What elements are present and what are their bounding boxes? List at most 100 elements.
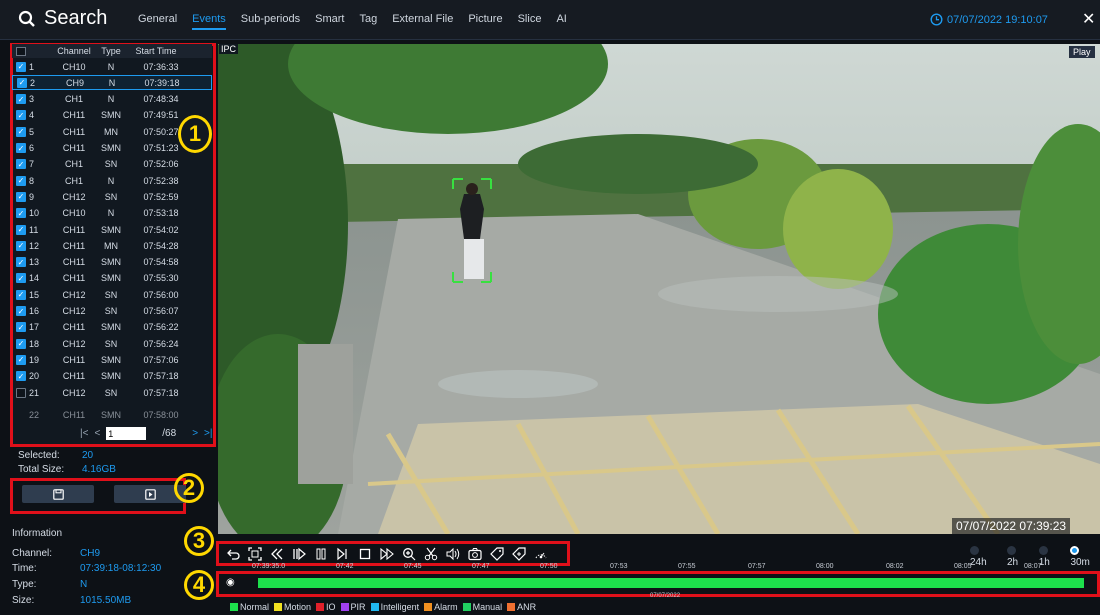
frame-step-icon[interactable] — [334, 545, 351, 562]
row-checkbox[interactable]: ✓ — [16, 191, 26, 202]
row-checkbox[interactable]: ✓ — [16, 257, 26, 268]
row-checkbox[interactable]: ✓ — [16, 110, 26, 121]
row-number: 13 — [29, 257, 40, 268]
span-2h-radio[interactable] — [1006, 546, 1016, 555]
tab-external-file[interactable]: External File — [392, 13, 453, 30]
list-item[interactable]: ✓ 17 CH11 SMN 07:56:22 — [12, 320, 212, 335]
row-checkbox[interactable]: ✓ — [16, 94, 26, 105]
tab-tag[interactable]: Tag — [359, 13, 377, 30]
list-item[interactable]: ✓ 9 CH12 SN 07:52:59 — [12, 189, 212, 204]
row-checkbox[interactable]: ✓ — [16, 371, 26, 382]
tab-general[interactable]: General — [138, 13, 177, 30]
row-channel: CH11 — [62, 224, 86, 235]
stop-icon[interactable] — [356, 545, 373, 562]
row-checkbox[interactable]: ✓ — [16, 61, 26, 72]
legend-item-manual: Manual — [462, 602, 502, 612]
row-number: 5 — [29, 126, 35, 137]
row-checkbox[interactable]: ✓ — [16, 240, 26, 251]
row-checkbox[interactable]: ✓ — [16, 224, 26, 235]
list-item[interactable]: ✓ 10 CH10 N 07:53:18 — [12, 206, 212, 221]
camera-scene-image — [218, 44, 1100, 534]
row-start-time: 07:54:58 — [143, 257, 179, 268]
prev-page-icon[interactable]: < — [94, 428, 100, 439]
row-checkbox[interactable]: ✓ — [16, 126, 26, 137]
span-24h-radio[interactable] — [970, 546, 979, 555]
audio-icon[interactable] — [444, 545, 461, 562]
timeline-tick: 07:47 — [472, 563, 490, 570]
list-item[interactable]: ✓ 1 CH10 N 07:36:33 — [12, 59, 212, 74]
add-tag-icon[interactable] — [510, 545, 527, 562]
list-item[interactable]: ✓ 13 CH11 SMN 07:54:58 — [12, 255, 212, 270]
play-icon — [144, 488, 156, 500]
row-checkbox[interactable] — [16, 387, 26, 398]
row-checkbox[interactable]: ✓ — [16, 354, 26, 365]
tag-icon[interactable] — [488, 545, 505, 562]
clip-icon[interactable] — [422, 545, 439, 562]
legend-swatch — [274, 603, 283, 611]
speed-dial-icon[interactable] — [532, 545, 549, 562]
span-30m-radio[interactable] — [1070, 546, 1080, 555]
fullscreen-icon[interactable] — [246, 545, 263, 562]
first-page-icon[interactable]: |< — [80, 428, 88, 439]
close-icon[interactable]: ✕ — [1082, 9, 1095, 29]
row-checkbox[interactable]: ✓ — [16, 175, 26, 186]
snapshot-icon[interactable] — [466, 545, 483, 562]
video-playback-view[interactable] — [218, 44, 1100, 534]
column-start-time[interactable]: Start Time — [126, 46, 186, 56]
list-item[interactable]: 21 CH12 SN 07:57:18 — [12, 385, 212, 400]
tab-smart[interactable]: Smart — [315, 13, 344, 30]
list-item[interactable]: ✓ 8 CH1 N 07:52:38 — [12, 173, 212, 188]
row-checkbox[interactable]: ✓ — [16, 143, 26, 153]
row-checkbox[interactable]: ✓ — [16, 338, 26, 349]
tab-sub-periods[interactable]: Sub-periods — [241, 13, 300, 30]
back-icon[interactable] — [224, 545, 241, 562]
list-item[interactable]: ✓ 14 CH11 SMN 07:55:30 — [12, 271, 212, 286]
play-status-badge: Play — [1069, 46, 1095, 58]
list-item[interactable]: ✓ 3 CH1 N 07:48:34 — [12, 92, 212, 107]
tab-picture[interactable]: Picture — [468, 13, 502, 30]
tab-ai[interactable]: AI — [556, 13, 566, 30]
last-page-icon[interactable]: >| — [204, 428, 212, 439]
legend-swatch — [462, 603, 471, 611]
eye-icon[interactable]: ◉ — [226, 577, 235, 588]
list-item[interactable]: ✓ 19 CH11 SMN 07:57:06 — [12, 352, 212, 367]
row-channel: CH1 — [64, 159, 83, 170]
recording-bar[interactable] — [258, 578, 1084, 588]
row-checkbox[interactable]: ✓ — [16, 208, 26, 219]
list-item[interactable]: ✓ 20 CH11 SMN 07:57:18 — [12, 369, 212, 384]
backup-button[interactable] — [22, 485, 94, 503]
timeline-tick: 07:45 — [404, 563, 422, 570]
list-item[interactable]: ✓ 7 CH1 SN 07:52:06 — [12, 157, 212, 172]
row-checkbox[interactable]: ✓ — [16, 289, 26, 300]
span-1h-radio[interactable] — [1038, 546, 1048, 555]
row-checkbox[interactable]: ✓ — [16, 322, 26, 333]
row-checkbox[interactable]: ✓ — [16, 159, 26, 170]
page-input[interactable] — [106, 427, 147, 440]
next-page-icon[interactable]: > — [192, 428, 198, 439]
list-item[interactable]: ✓ 15 CH12 SN 07:56:00 — [12, 287, 212, 302]
fast-forward-icon[interactable] — [378, 545, 395, 562]
list-item[interactable]: ✓ 2 CH9 N 07:39:18 — [12, 75, 212, 91]
row-checkbox[interactable]: ✓ — [17, 77, 27, 88]
row-checkbox[interactable]: ✓ — [16, 273, 26, 284]
row-channel: CH11 — [62, 273, 86, 284]
list-item[interactable]: ✓ 12 CH11 MN 07:54:28 — [12, 238, 212, 253]
rewind-icon[interactable] — [268, 545, 285, 562]
select-all-checkbox[interactable] — [16, 46, 26, 56]
legend-label: PIR — [350, 602, 366, 612]
row-channel: CH9 — [65, 77, 84, 88]
list-item[interactable]: ✓ 16 CH12 SN 07:56:07 — [12, 304, 212, 319]
pause-icon[interactable] — [312, 545, 329, 562]
zoom-icon[interactable] — [400, 545, 417, 562]
column-channel[interactable]: Channel — [52, 46, 96, 56]
list-item[interactable]: ✓ 18 CH12 SN 07:56:24 — [12, 336, 212, 351]
tab-slice[interactable]: Slice — [518, 13, 542, 30]
slow-play-icon[interactable] — [290, 545, 307, 562]
channel-tag: IPC — [219, 44, 239, 54]
row-start-time: 07:56:24 — [143, 338, 179, 349]
row-channel: CH11 — [62, 240, 86, 251]
list-item[interactable]: ✓ 11 CH11 SMN 07:54:02 — [12, 222, 212, 237]
row-checkbox[interactable]: ✓ — [16, 306, 26, 316]
column-type[interactable]: Type — [96, 46, 126, 56]
tab-events[interactable]: Events — [192, 13, 226, 30]
